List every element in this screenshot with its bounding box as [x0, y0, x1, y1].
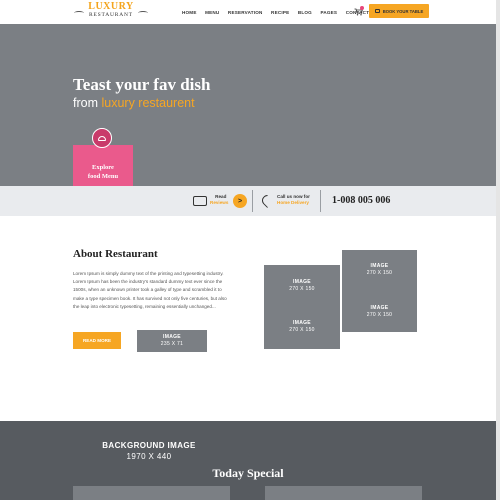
image-placeholder-size: 235 X 71: [160, 341, 184, 347]
image-placeholder-size: 270 X 150: [366, 312, 393, 318]
hero-subtitle: from luxury restaurent: [73, 96, 195, 110]
nav-pages[interactable]: PAGES: [320, 10, 337, 15]
image-caption-bottom: IMAGE 270 X 150: [342, 305, 417, 319]
book-table-label: BOOK YOUR TABLE: [382, 8, 424, 14]
nav-reservation[interactable]: RESERVATION: [228, 10, 263, 15]
divider: [320, 190, 321, 212]
background-image-label-line-1: BACKGROUND IMAGE: [102, 441, 196, 450]
cart-badge: [360, 6, 364, 10]
nav-recipe[interactable]: RECIPE: [271, 10, 289, 15]
image-placeholder-label: IMAGE: [370, 263, 389, 269]
image-caption-top: IMAGE 270 X 150: [342, 263, 417, 277]
image-placeholder-label: IMAGE: [370, 305, 389, 311]
image-caption-top: IMAGE 270 X 150: [264, 279, 340, 293]
image-placeholder-small: IMAGE 235 X 71: [137, 330, 207, 352]
about-body: Lorem Ipsum is simply dummy text of the …: [73, 271, 227, 309]
site-logo[interactable]: LUXURY RESTAURANT: [74, 1, 148, 22]
image-placeholder-size: 270 X 150: [366, 270, 393, 276]
phone-number[interactable]: 1-008 005 006: [332, 195, 390, 206]
image-placeholder-size: 270 X 150: [289, 327, 315, 333]
scrollbar[interactable]: [496, 0, 500, 500]
logo-text-bottom: RESTAURANT: [89, 12, 133, 18]
read-more-button[interactable]: READ MORE: [73, 332, 121, 349]
background-image-label: BACKGROUND IMAGE 1970 X 440: [95, 440, 203, 462]
nav-menu[interactable]: MENU: [205, 10, 219, 15]
reviews-go-button[interactable]: >: [233, 194, 247, 208]
reviews-label: Read Reviews: [210, 194, 228, 206]
food-cloche-icon: [92, 128, 112, 148]
main-nav: HOME MENU RESERVATION RECIPE BLOG PAGES …: [182, 10, 378, 15]
book-table-button[interactable]: BOOK YOUR TABLE: [369, 4, 429, 18]
nav-home[interactable]: HOME: [182, 10, 197, 15]
reviews-icon: [193, 196, 207, 206]
hero-subtitle-prefix: from: [73, 96, 102, 110]
ribbon-text-line-2: food Menu: [87, 172, 119, 180]
special-card[interactable]: [265, 486, 422, 500]
reviews-label-line-2: Reviews: [210, 200, 229, 205]
special-card[interactable]: [73, 486, 230, 500]
logo-flourish-right: [138, 11, 148, 15]
divider: [252, 190, 253, 212]
image-placeholder-right: IMAGE 270 X 150 IMAGE 270 X 150: [342, 250, 417, 332]
delivery-label: Call us now for Home Delivery: [277, 194, 310, 206]
nav-blog[interactable]: BLOG: [298, 10, 312, 15]
image-caption-bottom: IMAGE 270 X 150: [264, 320, 340, 334]
image-placeholder-size: 270 X 150: [289, 286, 315, 292]
logo-flourish-left: [74, 11, 84, 15]
today-special-title: Today Special: [212, 466, 284, 480]
about-title: About Restaurant: [73, 248, 158, 260]
info-bar: [0, 186, 500, 216]
calendar-icon: [374, 9, 380, 13]
image-placeholder-label: IMAGE: [293, 279, 311, 285]
delivery-label-line-2: Home Delivery: [277, 200, 309, 205]
image-placeholder-left: IMAGE 270 X 150 IMAGE 270 X 150: [264, 265, 340, 349]
image-placeholder-label: IMAGE: [293, 320, 311, 326]
hero-title: Teast your fav dish: [73, 75, 211, 94]
logo-text-top: LUXURY: [88, 1, 134, 12]
ribbon-text-line-1: Explore: [92, 164, 114, 171]
hero-subtitle-highlight: luxury restaurent: [101, 96, 195, 110]
background-image-label-line-2: 1970 X 440: [126, 452, 172, 461]
image-placeholder-label: IMAGE: [163, 334, 181, 340]
explore-menu-label[interactable]: Explore food Menu: [73, 164, 133, 181]
